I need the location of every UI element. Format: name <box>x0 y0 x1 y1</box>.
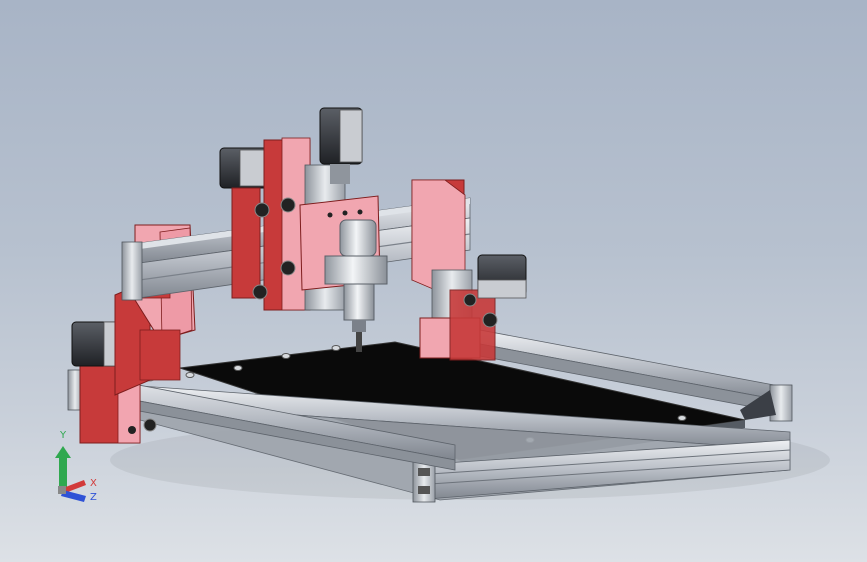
bed-bolt <box>185 372 195 378</box>
bed-bolt <box>281 353 291 359</box>
cnc-model[interactable] <box>0 0 867 562</box>
triad-origin <box>58 486 66 494</box>
triad-z-label: Z <box>90 492 97 503</box>
triad-y-label: Y <box>60 430 67 441</box>
right-stepper-motor <box>477 254 527 299</box>
bed-bolt <box>677 415 687 421</box>
bed-bolt <box>331 345 341 351</box>
triad-y-arrowhead <box>55 446 71 458</box>
3d-viewport[interactable]: Y X Z <box>0 0 867 562</box>
triad-y-arrow <box>59 456 67 488</box>
triad-x-label: X <box>90 478 97 489</box>
bed-bolt <box>233 365 243 371</box>
coordinate-triad: Y X Z <box>48 430 108 508</box>
